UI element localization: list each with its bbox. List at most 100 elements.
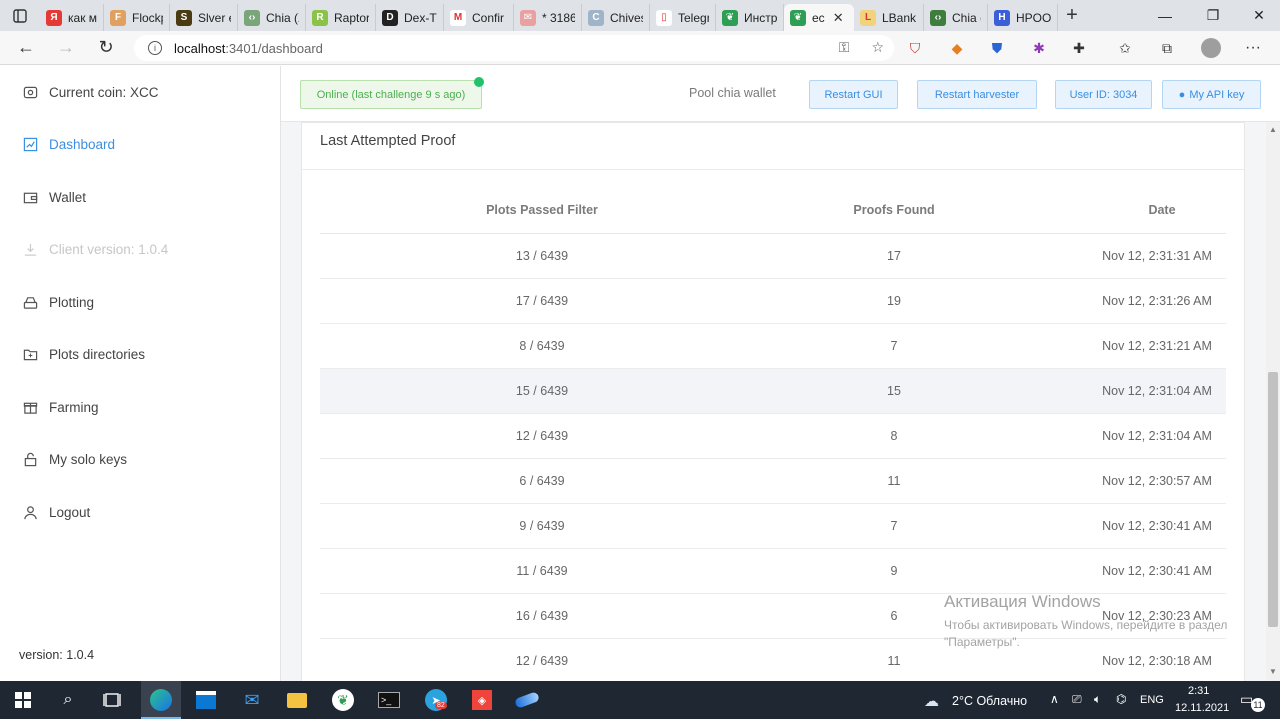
hpool-icon: H: [994, 9, 1010, 26]
clock-date[interactable]: 12.11.2021: [1175, 702, 1229, 714]
volume-icon[interactable]: 🔈︎: [1094, 692, 1101, 707]
browser-tab[interactable]: ✉ * 3186: [514, 4, 582, 31]
restore-button[interactable]: ❐: [1190, 0, 1236, 31]
user-id-button[interactable]: User ID: 3034: [1055, 80, 1152, 109]
tab-list: Якак ма F Flockp S Slver e ‹› Chia (X R Raptor DD…: [40, 0, 1058, 31]
favorites-icon[interactable]: ✩: [1110, 31, 1140, 65]
cell-proofs-found: 15: [887, 384, 901, 398]
table-row: 12 / 6439 8 Nov 12, 2:31:04 AM: [320, 414, 1226, 459]
browser-tab-label: LBank: [882, 10, 917, 25]
my-api-key-button[interactable]: ● My API key: [1162, 80, 1261, 109]
network-icon[interactable]: ⌬: [1116, 692, 1126, 706]
minimize-button[interactable]: —: [1142, 0, 1188, 31]
cell-date: Nov 12, 2:30:57 AM: [1102, 474, 1212, 488]
taskbar-chives-button[interactable]: ❦: [330, 687, 356, 713]
scroll-up-icon[interactable]: ▲: [1268, 125, 1278, 135]
sidebar-item-current-coin-xcc[interactable]: Current coin: XCC: [22, 84, 159, 100]
metamask-icon[interactable]: ◆: [942, 31, 972, 65]
my-api-key-label: My API key: [1189, 88, 1245, 101]
sidebar-item-wallet[interactable]: Wallet: [22, 189, 86, 205]
pool-chia-wallet-link[interactable]: Pool chia wallet: [689, 86, 776, 100]
table-row: 11 / 6439 9 Nov 12, 2:30:41 AM: [320, 549, 1226, 594]
extension-shield-icon[interactable]: ⛉: [900, 31, 930, 65]
sidebar-item-dashboard[interactable]: Dashboard: [22, 136, 115, 152]
taskbar-edge-button[interactable]: [148, 687, 174, 713]
back-button[interactable]: ←: [6, 31, 46, 65]
column-header-plots-passed-filter[interactable]: Plots Passed Filter: [442, 203, 642, 217]
extensions-puzzle-icon[interactable]: ✚: [1064, 31, 1094, 65]
browser-tab[interactable]: ❦ Инстр: [716, 4, 784, 31]
reload-button[interactable]: ↻: [86, 31, 126, 65]
sidebar-item-plots-directories[interactable]: Plots directories: [22, 346, 145, 362]
sidebar-item-label: Logout: [49, 504, 91, 520]
scroll-down-icon[interactable]: ▼: [1268, 667, 1278, 677]
taskbar-terminal-button[interactable]: >_: [376, 687, 402, 713]
browser-tab[interactable]: L LBank: [854, 4, 924, 31]
profile-avatar[interactable]: [1196, 31, 1226, 65]
collections-icon[interactable]: ⧉: [1152, 31, 1182, 65]
language-indicator[interactable]: ENG: [1140, 694, 1164, 706]
leaf-icon: ❦: [790, 9, 806, 26]
browser-tab[interactable]: ▯ Telegra: [650, 4, 716, 31]
sidebar-item-plotting[interactable]: Plotting: [22, 294, 94, 310]
browser-tab-label: ec: [812, 10, 825, 25]
clock-time[interactable]: 2:31: [1188, 685, 1209, 697]
cell-plots-passed-filter: 15 / 6439: [515, 384, 569, 398]
reload-icon: ↻: [98, 37, 114, 57]
sidebar-item-my-solo-keys[interactable]: My solo keys: [22, 451, 127, 467]
close-window-button[interactable]: ✕: [1236, 0, 1280, 31]
taskbar-search-button[interactable]: ⌕: [55, 687, 81, 713]
taskbar-explorer-button[interactable]: [284, 687, 310, 713]
tray-app-icon[interactable]: ⎚: [1072, 692, 1082, 707]
new-tab-button[interactable]: +: [1058, 4, 1086, 27]
key-icon[interactable]: ⚿: [839, 39, 850, 56]
browser-menu-button[interactable]: ···: [1238, 31, 1268, 65]
taskbar-anydesk-button[interactable]: ◈: [469, 687, 495, 713]
sidebar-item-farming[interactable]: Farming: [22, 399, 99, 415]
browser-tab-label: Raptor: [334, 10, 369, 25]
scrollbar-thumb[interactable]: [1268, 372, 1278, 627]
taskbar-mail-button[interactable]: ✉: [239, 687, 265, 713]
browser-tab[interactable]: ‹› Chia (X: [238, 4, 306, 31]
sidebar-version: version: 1.0.4: [19, 648, 95, 662]
taskbar-app-button[interactable]: [514, 687, 540, 713]
browser-tab[interactable]: M Confir: [444, 4, 514, 31]
weather-text[interactable]: 2°C Облачно: [952, 694, 1027, 708]
taskbar-telegram-button[interactable]: ➤ 82: [423, 687, 449, 713]
address-bar[interactable]: i localhost:3401/dashboard ⚿ ☆: [134, 35, 894, 61]
close-tab-icon[interactable]: ✕: [833, 10, 844, 26]
browser-tab[interactable]: R Raptor: [306, 4, 376, 31]
start-button[interactable]: [10, 687, 36, 713]
browser-tab[interactable]: C Chives: [582, 4, 650, 31]
restart-gui-button[interactable]: Restart GUI: [809, 80, 898, 109]
browser-tab[interactable]: Якак ма: [40, 4, 104, 31]
page-scrollbar[interactable]: ▲ ▼: [1266, 122, 1280, 681]
tray-chevron-up-icon[interactable]: ∧: [1050, 692, 1059, 706]
sidebar-item-logout[interactable]: Logout: [22, 504, 90, 520]
crab-extension-icon[interactable]: ✱: [1024, 31, 1054, 65]
bitwarden-icon[interactable]: ⛊: [982, 31, 1012, 65]
browser-tab[interactable]: D Dex-Tr: [376, 4, 444, 31]
info-icon: i: [148, 41, 162, 55]
column-header-proofs-found[interactable]: Proofs Found: [814, 203, 974, 217]
browser-tab[interactable]: ❦ ec ✕: [784, 4, 854, 31]
table-row: 17 / 6439 19 Nov 12, 2:31:26 AM: [320, 279, 1226, 324]
browser-tab[interactable]: S Slver e: [170, 4, 238, 31]
online-status-dot: [474, 77, 484, 87]
url-host: localhost: [174, 40, 226, 56]
tab-actions-button[interactable]: [0, 0, 40, 31]
weather-cloud-icon[interactable]: ☁: [924, 692, 939, 710]
restart-harvester-button[interactable]: Restart harvester: [917, 80, 1037, 109]
forward-button[interactable]: →: [46, 31, 86, 65]
browser-tab[interactable]: ‹› Chia (X: [924, 4, 988, 31]
browser-tab[interactable]: F Flockp: [104, 4, 170, 31]
task-view-button[interactable]: [99, 687, 125, 713]
taskbar-store-button[interactable]: [193, 687, 219, 713]
column-header-date[interactable]: Date: [1112, 203, 1212, 217]
browser-tab-label: Telegra: [678, 10, 709, 25]
browser-tab[interactable]: H HPOO: [988, 4, 1058, 31]
online-status-badge: Online (last challenge 9 s ago): [300, 80, 482, 109]
cell-plots-passed-filter: 12 / 6439: [515, 429, 569, 443]
cell-date: Nov 12, 2:31:26 AM: [1102, 294, 1212, 308]
favorite-add-icon[interactable]: ☆: [871, 39, 884, 56]
